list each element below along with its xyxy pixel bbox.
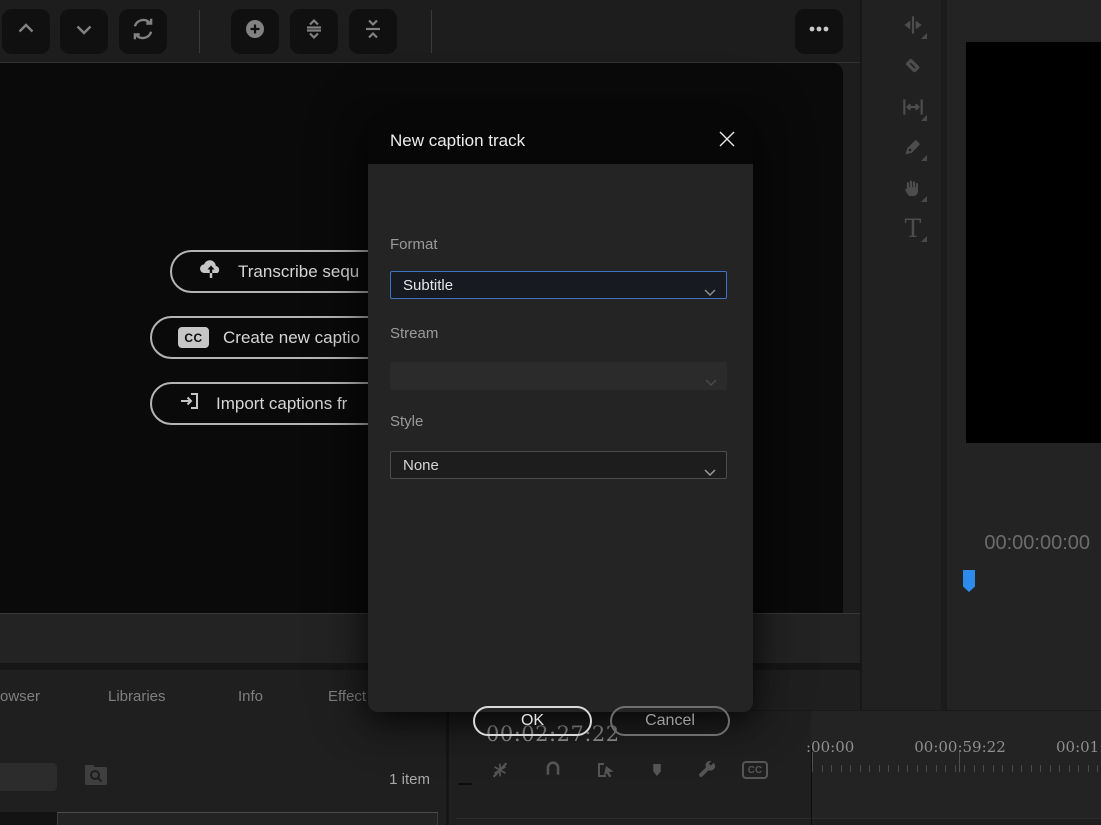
flyout-indicator xyxy=(921,236,927,242)
dialog-close-button[interactable] xyxy=(717,131,737,151)
ruler-label-middle: 00:00:59:22 xyxy=(910,738,1010,756)
more-options-button[interactable] xyxy=(795,9,843,54)
flyout-indicator xyxy=(921,33,927,39)
nest-icon[interactable] xyxy=(487,758,513,782)
chevron-down-icon xyxy=(704,283,716,300)
timeline-track-divider xyxy=(456,818,1101,819)
style-value: None xyxy=(403,457,439,474)
next-caption-button[interactable] xyxy=(60,9,108,54)
expand-tracks-button[interactable] xyxy=(290,9,338,54)
tab-effects[interactable]: Effect xyxy=(328,688,366,705)
ruler-ticks xyxy=(812,763,1101,779)
chevron-down-icon xyxy=(72,17,96,46)
timeline-playhead-line[interactable] xyxy=(811,745,812,825)
style-select[interactable]: None xyxy=(390,451,727,479)
stream-label: Stream xyxy=(390,325,438,342)
close-icon xyxy=(718,130,736,153)
captions-cc-icon[interactable]: CC xyxy=(742,758,768,782)
search-bin-icon[interactable] xyxy=(84,764,108,791)
action-label: Create new captio xyxy=(223,328,360,348)
dialog-title: New caption track xyxy=(390,131,525,151)
video-preview xyxy=(966,42,1101,443)
more-options-icon xyxy=(807,17,831,46)
tools-panel: T xyxy=(860,0,941,710)
slip-tool[interactable] xyxy=(898,92,928,122)
pen-tool[interactable] xyxy=(898,132,928,162)
timeline-track-area xyxy=(811,818,1101,825)
format-label: Format xyxy=(390,236,438,253)
refresh-icon xyxy=(130,16,156,47)
import-icon xyxy=(178,389,202,418)
style-label: Style xyxy=(390,413,423,430)
format-select[interactable]: Subtitle xyxy=(390,271,727,299)
sync-button[interactable] xyxy=(119,9,167,54)
project-list-corner xyxy=(0,812,57,825)
dialog-body: Format Subtitle Stream Style None xyxy=(368,164,753,712)
type-tool[interactable]: T xyxy=(898,213,928,243)
format-value: Subtitle xyxy=(403,277,453,294)
add-marker-icon[interactable] xyxy=(644,758,670,782)
toolbar-separator xyxy=(199,10,200,53)
monitor-timecode[interactable]: 00:00:00:00 xyxy=(968,532,1090,555)
linked-selection-icon[interactable] xyxy=(593,758,619,782)
new-caption-track-dialog: New caption track Format Subtitle Stream xyxy=(368,118,753,712)
ripple-edit-tool[interactable] xyxy=(898,10,928,40)
track-header-dash xyxy=(458,783,472,785)
toolbar-separator xyxy=(431,10,432,53)
chevron-up-icon xyxy=(14,17,38,46)
flyout-indicator xyxy=(921,115,927,121)
action-label: Import captions fr xyxy=(216,394,347,414)
item-count-label: 1 item xyxy=(330,771,430,788)
previous-caption-button[interactable] xyxy=(2,9,50,54)
ok-button[interactable]: OK xyxy=(473,706,592,736)
chevron-down-icon xyxy=(705,373,717,390)
ruler-label-end: 00:01: xyxy=(1056,738,1101,756)
hand-tool[interactable] xyxy=(898,173,928,203)
tab-info[interactable]: Info xyxy=(238,688,263,705)
project-search-field[interactable] xyxy=(0,763,57,791)
expand-tracks-icon xyxy=(302,17,326,46)
flyout-indicator xyxy=(921,196,927,202)
stream-select[interactable] xyxy=(390,362,727,390)
tab-libraries[interactable]: Libraries xyxy=(108,688,166,705)
collapse-tracks-icon xyxy=(361,17,385,46)
add-circle-icon xyxy=(243,17,267,46)
flyout-indicator xyxy=(921,155,927,161)
project-list-header xyxy=(57,812,438,825)
type-tool-glyph: T xyxy=(905,216,922,241)
add-caption-button[interactable] xyxy=(231,9,279,54)
razor-tool[interactable] xyxy=(898,51,928,81)
cc-badge-icon: CC xyxy=(178,327,209,348)
tab-media-browser[interactable]: owser xyxy=(0,688,40,705)
chevron-down-icon xyxy=(704,463,716,480)
snap-magnet-icon[interactable] xyxy=(540,758,566,782)
collapse-tracks-button[interactable] xyxy=(349,9,397,54)
ruler-label-start: :00:00 xyxy=(806,738,854,756)
action-label: Transcribe sequ xyxy=(238,262,359,282)
dialog-titlebar[interactable]: New caption track xyxy=(368,118,753,164)
premiere-captions-workspace: Transcribe sequ CC Create new captio Imp… xyxy=(0,0,1101,825)
cloud-upload-icon xyxy=(198,257,224,286)
timeline-settings-wrench-icon[interactable] xyxy=(694,758,720,782)
cancel-button[interactable]: Cancel xyxy=(610,706,730,736)
